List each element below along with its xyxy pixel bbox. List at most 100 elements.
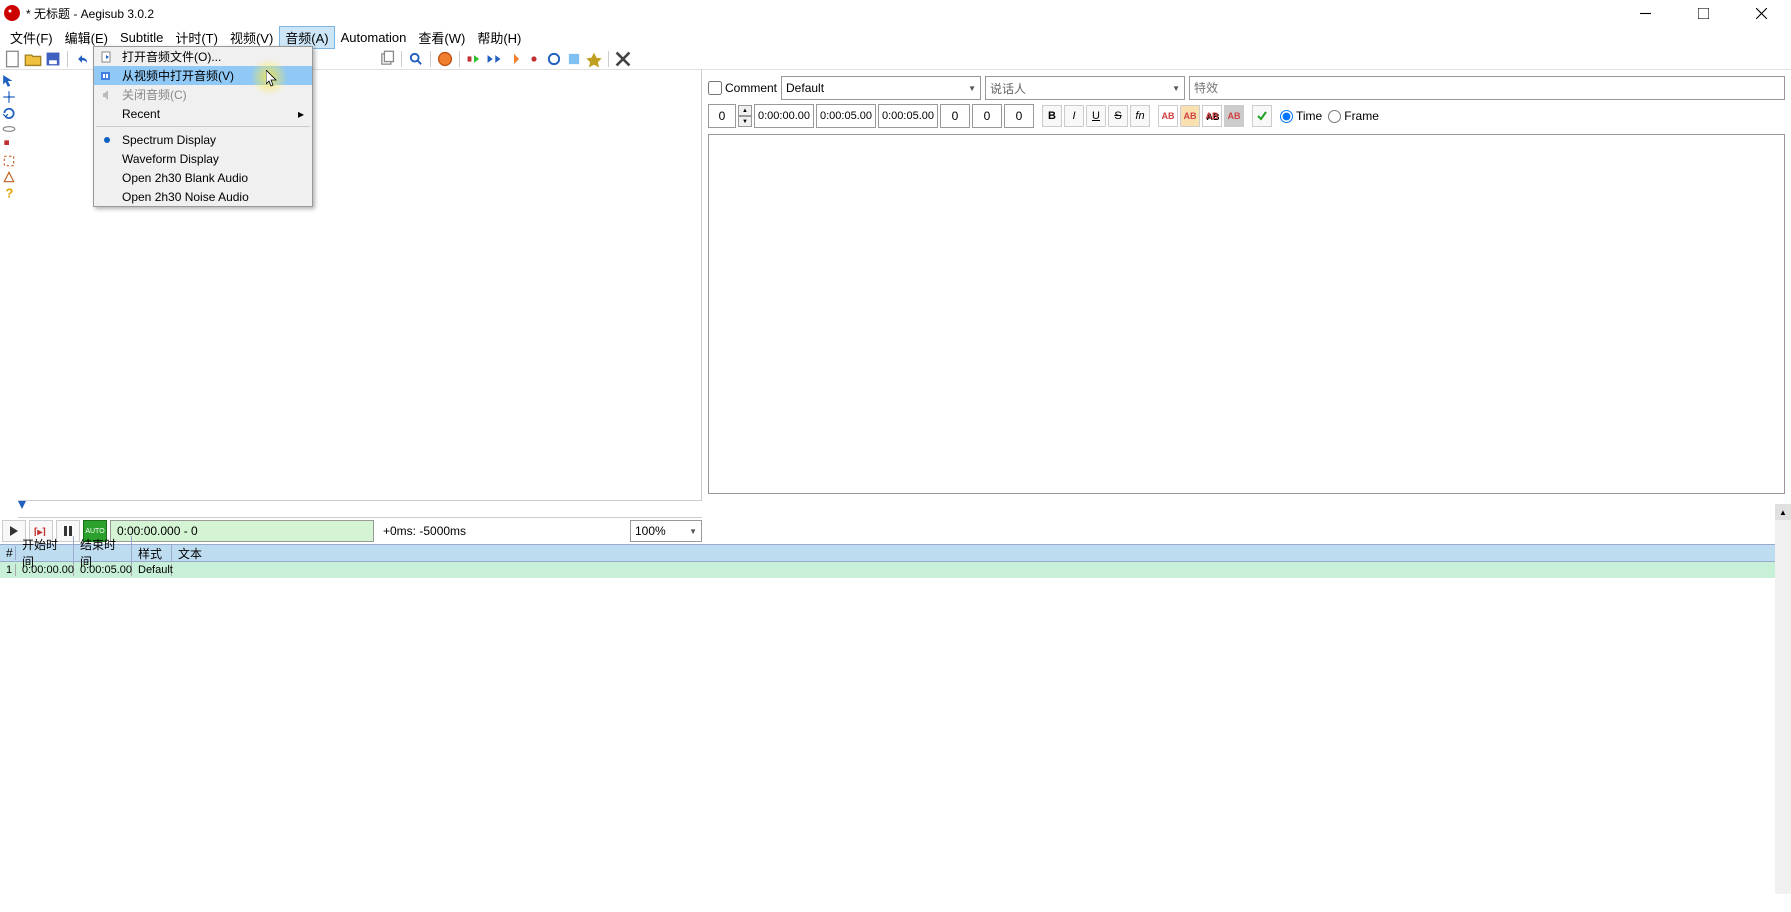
copy-icon[interactable]	[378, 50, 396, 68]
menu-noise-audio[interactable]: Open 2h30 Noise Audio	[94, 187, 312, 206]
tool-drag-icon[interactable]	[2, 90, 16, 104]
timing-icon[interactable]	[436, 50, 454, 68]
snap-start-icon[interactable]	[505, 50, 523, 68]
menu-blank-audio[interactable]: Open 2h30 Blank Audio	[94, 168, 312, 187]
shift-right-icon[interactable]	[485, 50, 503, 68]
tool-rotate-xy-icon[interactable]	[2, 122, 16, 136]
menu-automation[interactable]: Automation	[335, 28, 413, 47]
menu-help[interactable]: 帮助(H)	[471, 26, 527, 49]
video-position-input[interactable]: 0:00:00.000 - 0	[110, 520, 374, 542]
primary-color-button[interactable]: AB	[1158, 105, 1178, 127]
menu-item-label: 打开音频文件(O)...	[122, 48, 221, 65]
close-button[interactable]	[1743, 2, 1779, 24]
maximize-button[interactable]	[1685, 2, 1721, 24]
secondary-color-button[interactable]: AB	[1180, 105, 1200, 127]
app-icon	[4, 5, 20, 21]
effect-input[interactable]	[1189, 76, 1785, 100]
properties-icon[interactable]	[614, 50, 632, 68]
zoom-dropdown[interactable]: 100% ▼	[630, 520, 702, 542]
chevron-down-icon: ▼	[689, 527, 697, 536]
scroll-up-icon[interactable]: ▲	[1775, 504, 1791, 520]
shift-left-icon[interactable]	[465, 50, 483, 68]
tool-standard-icon[interactable]	[2, 74, 16, 88]
menu-item-label: Recent	[122, 107, 160, 121]
italic-button[interactable]: I	[1064, 105, 1084, 127]
actor-placeholder: 说话人	[990, 80, 1026, 97]
new-file-icon[interactable]	[4, 50, 22, 68]
chevron-down-icon: ▼	[1172, 84, 1180, 93]
tool-scale-icon[interactable]	[2, 138, 16, 152]
menu-recent-audio[interactable]: Recent ▸	[94, 104, 312, 123]
shadow-color-button[interactable]: AB	[1224, 105, 1244, 127]
video-timeline[interactable]	[18, 500, 702, 518]
tool-help-icon[interactable]: ?	[2, 186, 16, 200]
undo-icon[interactable]	[73, 50, 91, 68]
subtitle-text-editor[interactable]	[708, 134, 1785, 494]
svg-text:[▸]: [▸]	[34, 527, 46, 536]
comment-label: Comment	[725, 81, 777, 95]
outline-color-button[interactable]: AB	[1202, 105, 1222, 127]
underline-button[interactable]: U	[1086, 105, 1106, 127]
layer-spinner[interactable]: ▲ ▼	[738, 105, 752, 127]
snap-end-icon[interactable]	[525, 50, 543, 68]
grid-header-style[interactable]: 样式	[132, 545, 172, 562]
menu-close-audio: 关闭音频(C)	[94, 85, 312, 104]
snap-scene-icon[interactable]	[545, 50, 563, 68]
menu-item-label: Spectrum Display	[122, 133, 216, 147]
start-time-input[interactable]	[754, 104, 814, 128]
grid-row[interactable]: 1 0:00:00.00 0:00:05.00 Default	[0, 562, 1791, 578]
menu-item-label: Waveform Display	[122, 152, 219, 166]
menu-subtitle[interactable]: Subtitle	[114, 28, 169, 47]
menu-item-label: 从视频中打开音频(V)	[122, 67, 234, 84]
tool-rotate-z-icon[interactable]	[2, 106, 16, 120]
margin-right-input[interactable]	[972, 104, 1002, 128]
menu-waveform-display[interactable]: Waveform Display	[94, 149, 312, 168]
style-dropdown[interactable]: Default ▼	[781, 76, 981, 100]
video-audio-icon	[100, 69, 114, 83]
svg-text:?: ?	[6, 186, 14, 200]
chevron-down-icon: ▼	[968, 84, 976, 93]
comment-checkbox-input[interactable]	[708, 81, 722, 95]
spinner-down-icon[interactable]: ▼	[738, 116, 752, 127]
layer-input[interactable]	[708, 104, 736, 128]
submenu-arrow-icon: ▸	[298, 107, 304, 121]
time-mode-radio[interactable]: Time	[1280, 109, 1322, 123]
window-title: * 无标题 - Aegisub 3.0.2	[26, 5, 1627, 22]
spinner-up-icon[interactable]: ▲	[738, 105, 752, 116]
menu-view[interactable]: 查看(W)	[412, 26, 471, 49]
shift-to-frame-icon[interactable]	[565, 50, 583, 68]
menu-spectrum-display[interactable]: Spectrum Display	[94, 130, 312, 149]
menu-open-audio-file[interactable]: 打开音频文件(O)...	[94, 47, 312, 66]
find-icon[interactable]	[407, 50, 425, 68]
tool-clip-icon[interactable]	[2, 154, 16, 168]
strike-button[interactable]: S	[1108, 105, 1128, 127]
menu-open-audio-from-video[interactable]: 从视频中打开音频(V)	[94, 66, 312, 85]
comment-checkbox[interactable]: Comment	[708, 81, 777, 95]
end-time-input[interactable]	[816, 104, 876, 128]
open-file-icon[interactable]	[24, 50, 42, 68]
menu-item-label: Open 2h30 Noise Audio	[122, 190, 249, 204]
frame-mode-radio[interactable]: Frame	[1328, 109, 1379, 123]
style-manager-icon[interactable]	[585, 50, 603, 68]
margin-left-input[interactable]	[940, 104, 970, 128]
minimize-button[interactable]	[1627, 2, 1663, 24]
grid-header-text[interactable]: 文本	[172, 545, 1791, 562]
grid-scrollbar[interactable]: ▲	[1775, 504, 1791, 894]
edit-panel: Comment Default ▼ 说话人 ▼ ▲ ▼	[702, 70, 1791, 500]
grid-header-num[interactable]: #	[0, 546, 16, 560]
grid-cell-num: 1	[0, 564, 16, 576]
menu-file[interactable]: 文件(F)	[4, 26, 59, 49]
style-value: Default	[786, 81, 824, 95]
commit-button[interactable]	[1252, 105, 1272, 127]
bold-button[interactable]: B	[1042, 105, 1062, 127]
save-file-icon[interactable]	[44, 50, 62, 68]
margin-vert-input[interactable]	[1004, 104, 1034, 128]
font-button[interactable]: fn	[1130, 105, 1150, 127]
actor-dropdown[interactable]: 说话人 ▼	[985, 76, 1185, 100]
subs-offset-label: +0ms: -5000ms	[377, 524, 627, 538]
duration-input[interactable]	[878, 104, 938, 128]
tool-vector-clip-icon[interactable]	[2, 170, 16, 184]
subtitle-grid: # 开始时间 结束时间 样式 文本 1 0:00:00.00 0:00:05.0…	[0, 544, 1791, 578]
grid-header-row: # 开始时间 结束时间 样式 文本	[0, 544, 1791, 562]
audio-dropdown-menu: 打开音频文件(O)... 从视频中打开音频(V) 关闭音频(C) Recent …	[93, 46, 313, 207]
